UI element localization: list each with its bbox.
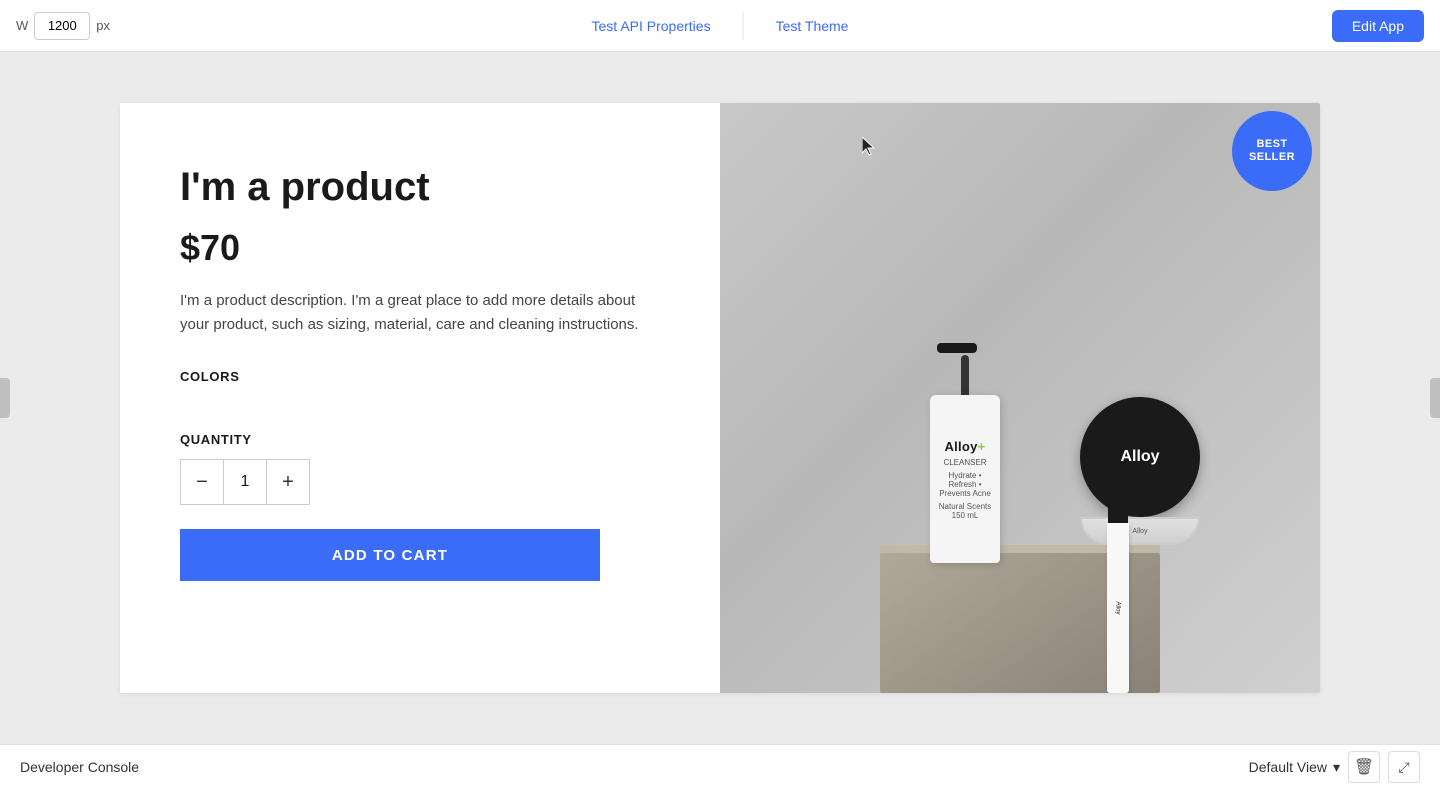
default-view-selector[interactable]: Default View ▾: [1249, 759, 1340, 776]
mascara-label: Alloy: [1115, 601, 1121, 614]
bottom-bar-right: Default View ▾ 🗑 ⤢: [1249, 751, 1420, 783]
width-w-label: W: [16, 18, 28, 33]
mascara-cap: [1108, 473, 1128, 523]
bottom-bar: Developer Console Default View ▾ 🗑 ⤢: [0, 744, 1440, 789]
cleanser-bottle: Alloy+ CLEANSER Hydrate • Refresh • Prev…: [930, 343, 1000, 563]
top-bar-left: W px: [16, 12, 110, 40]
edit-app-button[interactable]: Edit App: [1332, 10, 1424, 42]
pump-tube: [961, 355, 969, 395]
badge-text: BEST SELLER: [1249, 138, 1295, 164]
quantity-control: − 1 +: [180, 459, 310, 505]
top-bar: W px Test API Properties Test Theme Edit…: [0, 0, 1440, 52]
best-seller-badge: BEST SELLER: [1232, 111, 1312, 191]
product-info-panel: I'm a product $70 I'm a product descript…: [120, 103, 720, 693]
tin-side: Alloy: [1080, 517, 1200, 545]
product-description: I'm a product description. I'm a great p…: [180, 289, 660, 337]
bottle-type: CLEANSER: [943, 458, 986, 467]
drag-handle-left[interactable]: [0, 378, 10, 418]
quantity-label: QUANTITY: [180, 432, 660, 447]
tab-api-properties[interactable]: Test API Properties: [560, 0, 743, 52]
chevron-down-icon: ▾: [1333, 759, 1340, 776]
width-input[interactable]: [34, 12, 90, 40]
tin-brand-label: Alloy: [1120, 448, 1159, 466]
px-label: px: [96, 18, 110, 33]
quantity-decrease-button[interactable]: −: [181, 460, 223, 504]
pump-head: [937, 343, 977, 353]
mascara-body: Alloy: [1107, 523, 1129, 693]
product-image-panel: BEST SELLER Alloy+: [720, 103, 1320, 693]
bottle-body: Alloy+ CLEANSER Hydrate • Refresh • Prev…: [930, 395, 1000, 563]
expand-icon: ⤢: [1398, 759, 1409, 776]
top-bar-center: Test API Properties Test Theme: [560, 0, 881, 52]
product-title: I'm a product: [180, 163, 660, 211]
tab-theme[interactable]: Test Theme: [744, 0, 881, 52]
colors-label: COLORS: [180, 369, 660, 384]
tin-lid: Alloy: [1080, 397, 1200, 517]
add-to-cart-button[interactable]: ADD TO CART: [180, 529, 600, 581]
width-control: W px: [16, 12, 110, 40]
mascara-tube: Alloy: [1106, 473, 1130, 693]
quantity-increase-button[interactable]: +: [267, 460, 309, 504]
product-card: I'm a product $70 I'm a product descript…: [120, 103, 1320, 693]
main-area: I'm a product $70 I'm a product descript…: [0, 52, 1440, 744]
quantity-value: 1: [223, 460, 267, 504]
trash-icon: 🗑: [1354, 757, 1374, 777]
product-price: $70: [180, 227, 660, 269]
bottle-volume: Natural Scents 150 mL: [938, 502, 992, 520]
drag-handle-right[interactable]: [1430, 378, 1440, 418]
developer-console-label[interactable]: Developer Console: [20, 759, 139, 775]
bottle-brand: Alloy+: [945, 439, 986, 454]
delete-icon-button[interactable]: 🗑: [1348, 751, 1380, 783]
product-bottles-scene: Alloy+ CLEANSER Hydrate • Refresh • Prev…: [820, 193, 1220, 693]
default-view-label: Default View: [1249, 759, 1327, 775]
bottle-detail: Hydrate • Refresh • Prevents Acne: [938, 471, 992, 498]
alloy-tin: Alloy Alloy: [1080, 397, 1200, 545]
product-image-background: BEST SELLER Alloy+: [720, 103, 1320, 693]
expand-icon-button[interactable]: ⤢: [1388, 751, 1420, 783]
